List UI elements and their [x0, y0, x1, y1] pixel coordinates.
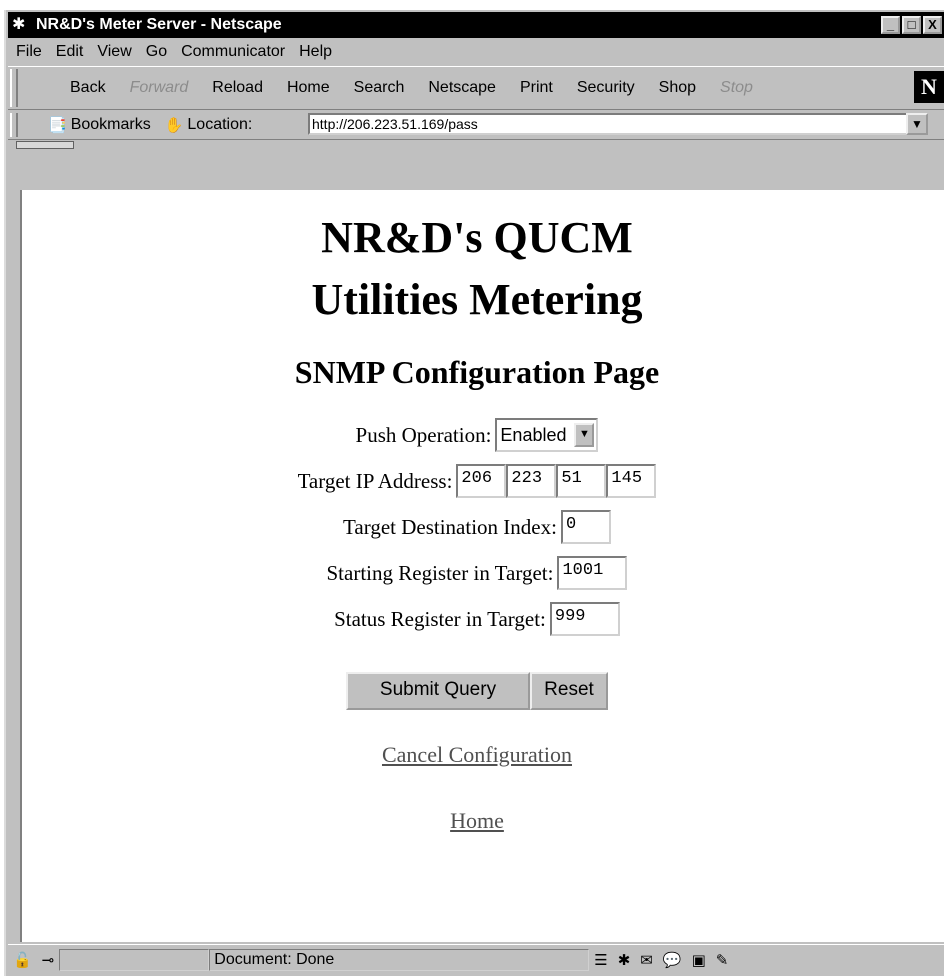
- toolbar-grip[interactable]: [10, 69, 18, 107]
- location-grip[interactable]: [10, 112, 18, 137]
- reload-button[interactable]: Reload: [212, 79, 263, 97]
- url-dropdown-arrow[interactable]: ▼: [906, 113, 928, 135]
- bookmarks-icon[interactable]: 📑: [48, 116, 67, 134]
- close-button[interactable]: X: [923, 16, 942, 34]
- page-content: NR&D's QUCM Utilities Metering SNMP Conf…: [20, 190, 944, 942]
- location-label: Location:: [187, 115, 253, 133]
- browser-window: ✱ NR&D's Meter Server - Netscape _ □ X F…: [4, 10, 944, 976]
- search-button[interactable]: Search: [354, 79, 405, 97]
- target-ip-label: Target IP Address:: [297, 468, 453, 493]
- forward-button[interactable]: Forward: [130, 79, 189, 97]
- status-register-label: Status Register in Target:: [334, 606, 546, 631]
- discussion-icon[interactable]: 💬: [663, 951, 682, 969]
- shop-button[interactable]: Shop: [659, 79, 696, 97]
- netscape-n-logo[interactable]: N: [914, 71, 944, 103]
- back-button[interactable]: Back: [70, 79, 106, 97]
- reset-button[interactable]: Reset: [530, 672, 608, 710]
- print-button[interactable]: Print: [520, 79, 553, 97]
- bookmarks-button[interactable]: Bookmarks: [71, 116, 151, 134]
- title-bar: ✱ NR&D's Meter Server - Netscape _ □ X: [8, 12, 944, 38]
- starting-register-label: Starting Register in Target:: [326, 560, 554, 585]
- ip-octet-3[interactable]: 51: [556, 464, 607, 498]
- status-text: Document: Done: [209, 949, 590, 971]
- netscape-logo-icon: ✱: [12, 16, 26, 33]
- menu-go[interactable]: Go: [146, 43, 167, 61]
- ip-octet-1[interactable]: 206: [456, 464, 507, 498]
- toolbar-tab[interactable]: [16, 141, 74, 149]
- navigator-icon[interactable]: ✱: [618, 951, 631, 969]
- window-title: NR&D's Meter Server - Netscape: [36, 16, 282, 33]
- netscape-button[interactable]: Netscape: [428, 79, 496, 97]
- menu-communicator[interactable]: Communicator: [181, 43, 285, 61]
- security-lock-icon[interactable]: 🔓: [13, 951, 32, 969]
- push-operation-select[interactable]: Enabled ▼: [495, 418, 599, 452]
- window-controls: _ □ X: [881, 16, 942, 34]
- ip-octet-4[interactable]: 145: [606, 464, 657, 498]
- ip-octet-2[interactable]: 223: [506, 464, 557, 498]
- menu-view[interactable]: View: [97, 43, 131, 61]
- push-operation-value: Enabled: [500, 425, 567, 445]
- heading-line2: Utilities Metering: [311, 275, 643, 324]
- stop-button[interactable]: Stop: [720, 79, 753, 97]
- target-ip-row: Target IP Address: 206 223 51 145: [22, 458, 932, 504]
- minimize-button[interactable]: _: [881, 16, 900, 34]
- location-toolbar: 📑 Bookmarks ✋ Location: http://206.223.5…: [8, 110, 944, 140]
- menu-bar: File Edit View Go Communicator Help: [8, 40, 944, 64]
- cancel-configuration-link[interactable]: Cancel Configuration: [382, 742, 572, 767]
- mail-icon[interactable]: ✉: [640, 951, 653, 969]
- url-field[interactable]: http://206.223.51.169/pass: [308, 113, 912, 135]
- heading-line1: NR&D's QUCM: [321, 213, 633, 262]
- menu-edit[interactable]: Edit: [56, 43, 84, 61]
- security-button[interactable]: Security: [577, 79, 635, 97]
- menu-file[interactable]: File: [16, 43, 42, 61]
- destination-index-field[interactable]: 0: [560, 510, 611, 544]
- cancel-link-row: Cancel Configuration: [22, 742, 932, 782]
- navigation-toolbar: Back Forward Reload Home Search Netscape…: [8, 66, 944, 110]
- tab-strip: [8, 140, 944, 150]
- page-body: NR&D's QUCM Utilities Metering SNMP Conf…: [22, 190, 932, 848]
- status-bar: 🔓 ⊸ Document: Done ☰ ✱ ✉ 💬 ▣ ✎: [8, 944, 944, 975]
- form-buttons-row: Submit Query Reset: [22, 668, 932, 714]
- destination-index-row: Target Destination Index: 0: [22, 504, 932, 550]
- push-operation-row: Push Operation: Enabled ▼: [22, 412, 932, 458]
- push-operation-label: Push Operation:: [355, 422, 492, 447]
- progress-cell: [59, 949, 210, 971]
- menu-help[interactable]: Help: [299, 43, 332, 61]
- location-icon: ✋: [164, 116, 184, 134]
- status-register-row: Status Register in Target: 999: [22, 596, 932, 642]
- chevron-down-icon[interactable]: ▼: [574, 423, 595, 447]
- submit-query-button[interactable]: Submit Query: [346, 672, 530, 710]
- starting-register-row: Starting Register in Target: 1001: [22, 550, 932, 596]
- connection-plug-icon: ⊸: [41, 952, 55, 969]
- home-link[interactable]: Home: [450, 808, 504, 833]
- composer-icon[interactable]: ▣: [692, 951, 706, 969]
- starting-register-field[interactable]: 1001: [557, 556, 628, 590]
- maximize-button[interactable]: □: [902, 16, 921, 34]
- edit-icon[interactable]: ✎: [716, 951, 729, 969]
- home-link-row: Home: [22, 808, 932, 848]
- status-register-field[interactable]: 999: [549, 602, 620, 636]
- destination-index-label: Target Destination Index:: [343, 514, 557, 539]
- home-button[interactable]: Home: [287, 79, 330, 97]
- component-bar-icon[interactable]: ☰: [594, 951, 607, 969]
- page-title: SNMP Configuration Page: [294, 354, 660, 390]
